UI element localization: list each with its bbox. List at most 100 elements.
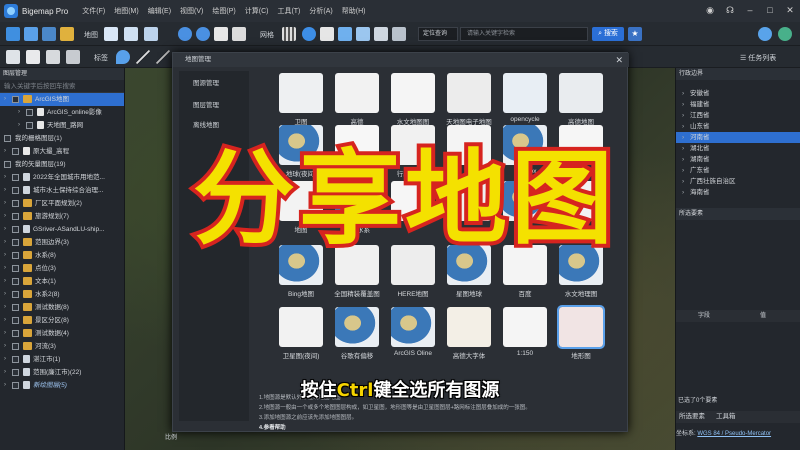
chevron-icon[interactable]: › bbox=[4, 288, 6, 301]
layer-tree-item[interactable]: › 原大撮_高程 bbox=[0, 145, 124, 158]
minimize-icon[interactable]: – bbox=[744, 4, 756, 16]
checkbox[interactable] bbox=[12, 226, 19, 233]
checkbox[interactable] bbox=[26, 122, 33, 129]
line-icon[interactable] bbox=[136, 50, 150, 64]
dialog-close-icon[interactable]: ✕ bbox=[615, 53, 623, 67]
polyline-icon[interactable] bbox=[156, 50, 170, 64]
open-folder-icon[interactable] bbox=[6, 27, 20, 41]
headset-icon[interactable]: ☊ bbox=[724, 4, 736, 16]
checkbox[interactable] bbox=[12, 382, 19, 389]
save-icon[interactable] bbox=[24, 27, 38, 41]
checkbox[interactable] bbox=[12, 200, 19, 207]
select-icon[interactable] bbox=[46, 50, 60, 64]
fullscreen-icon[interactable] bbox=[232, 27, 246, 41]
map-source-tile[interactable] bbox=[559, 73, 603, 113]
chevron-icon[interactable]: › bbox=[4, 262, 6, 275]
list-icon[interactable] bbox=[374, 27, 388, 41]
map-source-tile[interactable] bbox=[279, 73, 323, 113]
map-style-1-icon[interactable] bbox=[104, 27, 118, 41]
map-source-tile[interactable] bbox=[557, 305, 605, 349]
chevron-icon[interactable]: › bbox=[18, 119, 20, 132]
menu-view[interactable]: 视图(V) bbox=[180, 6, 203, 16]
chevron-icon[interactable]: › bbox=[4, 184, 6, 197]
checkbox[interactable] bbox=[26, 109, 33, 116]
menu-map[interactable]: 地图(M) bbox=[114, 6, 139, 16]
map-source-tile[interactable] bbox=[279, 307, 323, 347]
close-icon[interactable]: ✕ bbox=[784, 4, 796, 16]
chevron-icon[interactable]: › bbox=[4, 275, 6, 288]
pointer-icon[interactable] bbox=[26, 50, 40, 64]
star-icon[interactable]: ★ bbox=[628, 27, 642, 41]
layer-filter-input[interactable]: 输入关键字后按回车搜索 bbox=[0, 80, 124, 93]
table-icon[interactable] bbox=[320, 27, 334, 41]
layer-tree-item[interactable]: ›我的矢量图层(19) bbox=[0, 158, 124, 171]
chevron-icon[interactable]: › bbox=[18, 106, 20, 119]
layer-tree-item[interactable]: › ArcGIS_online影像 bbox=[0, 106, 124, 119]
checkbox[interactable] bbox=[12, 265, 19, 272]
checkbox[interactable] bbox=[12, 96, 19, 103]
map-source-tile[interactable] bbox=[447, 73, 491, 113]
layer-tree-item[interactable]: › 湛江市(1) bbox=[0, 353, 124, 366]
pan-icon[interactable] bbox=[6, 50, 20, 64]
search-button[interactable]: ⌕ 搜索 bbox=[592, 27, 624, 41]
marker-icon[interactable] bbox=[116, 50, 130, 64]
checkbox[interactable] bbox=[12, 317, 19, 324]
province-item[interactable]: 福建省 bbox=[676, 99, 800, 110]
grid-icon[interactable] bbox=[282, 27, 296, 41]
chevron-icon[interactable]: › bbox=[4, 379, 6, 392]
map-style-3-icon[interactable] bbox=[144, 27, 158, 41]
user-icon[interactable]: ◉ bbox=[704, 4, 716, 16]
layer-tree-item[interactable]: › 厂区平面规划(2) bbox=[0, 197, 124, 210]
map-style-2-icon[interactable] bbox=[124, 27, 138, 41]
checkbox[interactable] bbox=[12, 330, 19, 337]
layer-tree-item[interactable]: › 测试数据(8) bbox=[0, 301, 124, 314]
menu-tools[interactable]: 工具(T) bbox=[277, 6, 300, 16]
checkbox[interactable] bbox=[12, 213, 19, 220]
image-icon[interactable] bbox=[60, 27, 74, 41]
measure-icon[interactable] bbox=[356, 27, 370, 41]
menu-help[interactable]: 帮助(H) bbox=[342, 6, 366, 16]
layer-tree-item[interactable]: › 点位(3) bbox=[0, 262, 124, 275]
checkbox[interactable] bbox=[4, 135, 11, 142]
menu-edit[interactable]: 编辑(E) bbox=[148, 6, 171, 16]
chevron-icon[interactable]: › bbox=[4, 353, 6, 366]
province-item[interactable]: 山东省 bbox=[676, 121, 800, 132]
zoom-in-icon[interactable] bbox=[178, 27, 192, 41]
locate-select[interactable]: 定位查询 bbox=[418, 27, 458, 41]
layer-tree-item[interactable]: › 范围边界(3) bbox=[0, 236, 124, 249]
menu-calc[interactable]: 计算(C) bbox=[245, 6, 269, 16]
layer-tree-item[interactable]: › 水系2(8) bbox=[0, 288, 124, 301]
layer-tree-item[interactable]: › 景区分区(8) bbox=[0, 314, 124, 327]
layer-tree-item[interactable]: › 范围(廉江市)(22) bbox=[0, 366, 124, 379]
chevron-icon[interactable]: › bbox=[4, 197, 6, 210]
checkbox[interactable] bbox=[12, 187, 19, 194]
checkbox[interactable] bbox=[12, 252, 19, 259]
province-item[interactable]: 江西省 bbox=[676, 110, 800, 121]
map-source-tile[interactable] bbox=[335, 307, 379, 347]
layer-tree-item[interactable]: › GSriver-ASandLU-ship... bbox=[0, 223, 124, 236]
province-item[interactable]: 湖北省 bbox=[676, 143, 800, 154]
checkbox[interactable] bbox=[12, 356, 19, 363]
checkbox[interactable] bbox=[12, 343, 19, 350]
checkbox[interactable] bbox=[12, 148, 19, 155]
map-source-tile[interactable] bbox=[447, 307, 491, 347]
checkbox[interactable] bbox=[4, 161, 11, 168]
tasks-label[interactable]: ☰ 任务列表 bbox=[740, 53, 776, 63]
province-item[interactable]: 安徽省 bbox=[676, 88, 800, 99]
chevron-icon[interactable]: › bbox=[4, 366, 6, 379]
zoom-out-icon[interactable] bbox=[196, 27, 210, 41]
chevron-icon[interactable]: › bbox=[4, 223, 6, 236]
layer-tree-item[interactable]: › ArcGIS地图 bbox=[0, 93, 124, 106]
layer-tree-item[interactable]: › 文本(1) bbox=[0, 275, 124, 288]
checkbox[interactable] bbox=[12, 304, 19, 311]
map-source-tile[interactable] bbox=[391, 73, 435, 113]
province-item[interactable]: 湖南省 bbox=[676, 154, 800, 165]
menu-file[interactable]: 文件(F) bbox=[82, 6, 105, 16]
search-input[interactable]: 请输入关键字检索 bbox=[460, 27, 588, 41]
layer-tree-item[interactable]: › 河流(3) bbox=[0, 340, 124, 353]
maximize-icon[interactable]: □ bbox=[764, 4, 776, 16]
cloud-icon[interactable] bbox=[778, 27, 792, 41]
tab-source-manage[interactable]: 图源管理 bbox=[193, 77, 219, 87]
province-item[interactable]: 海南省 bbox=[676, 187, 800, 198]
map-source-tile[interactable] bbox=[503, 73, 547, 113]
